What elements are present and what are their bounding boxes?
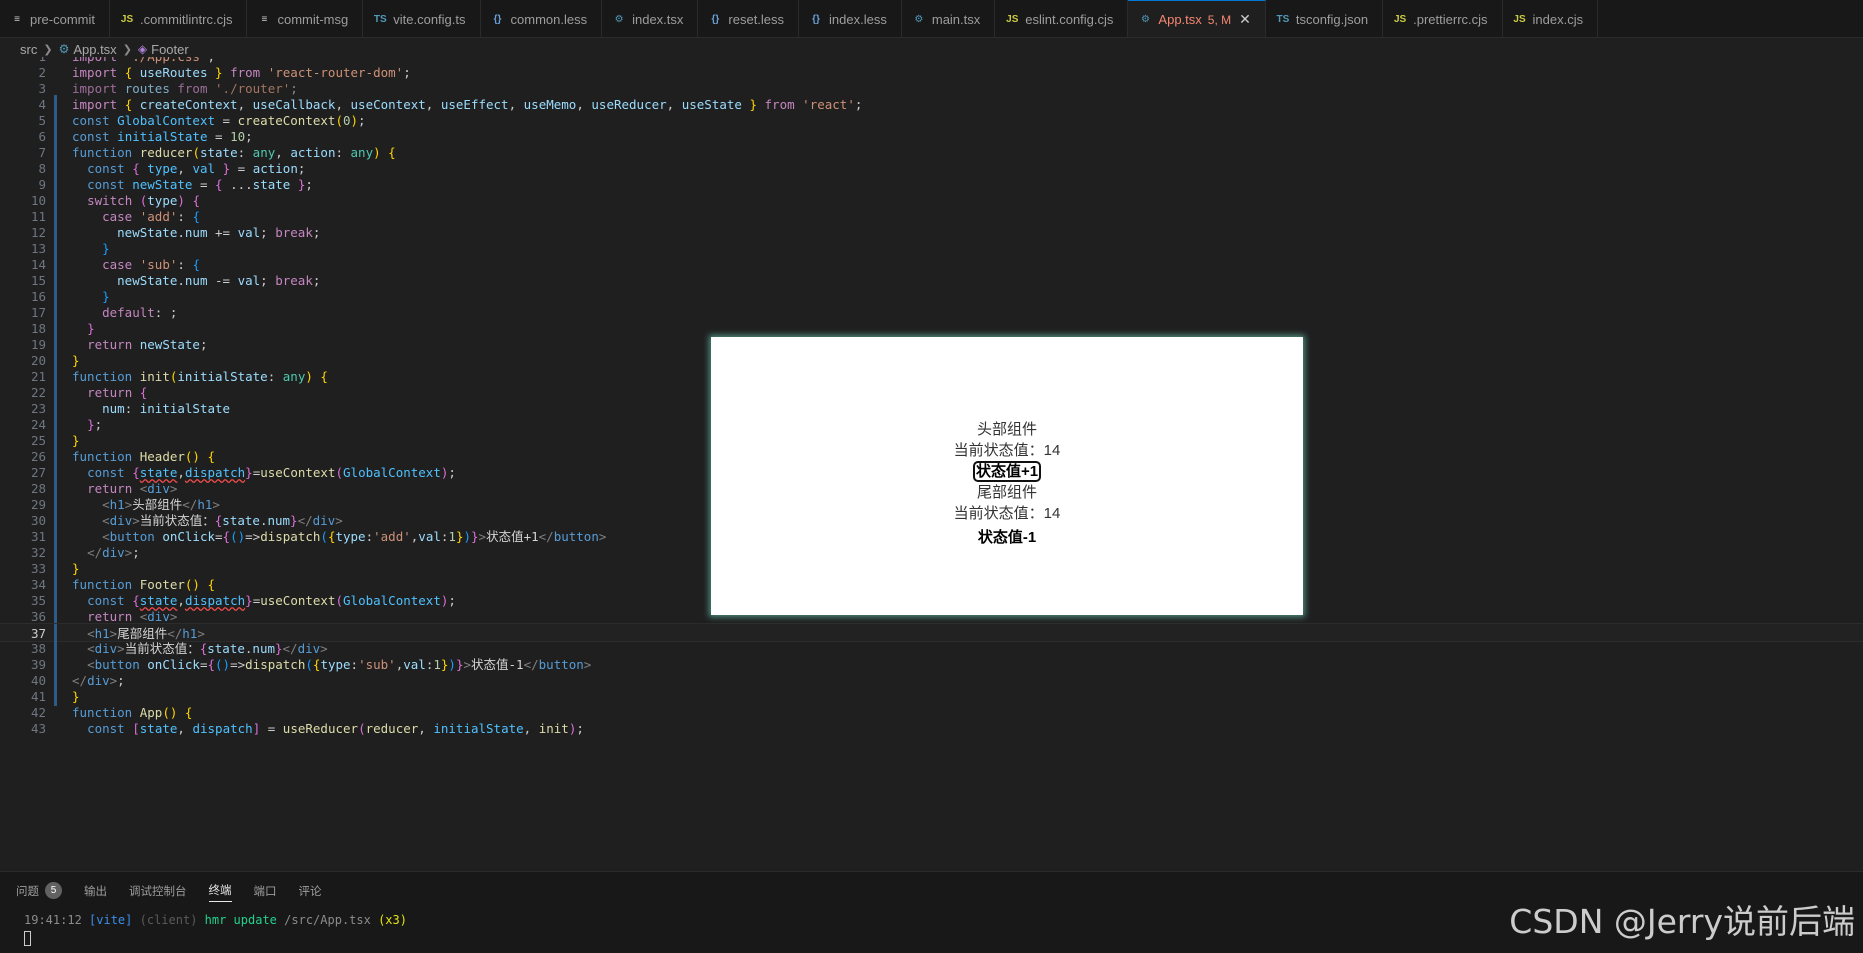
tab-label: index.cjs: [1532, 11, 1584, 27]
list-icon: ≡: [261, 13, 268, 25]
header-component-title: 头部组件: [976, 421, 1037, 438]
terminal-timestamp: 19:41:12: [24, 913, 82, 927]
header-state-text: 当前状态值：14: [953, 442, 1061, 459]
app-preview-window: 头部组件 当前状态值：14 状态值+1 尾部组件 当前状态值：14 状态值-1: [711, 337, 1303, 615]
js-file-icon: JS: [120, 13, 134, 25]
editor-tab[interactable]: JS eslint.config.cjs: [995, 0, 1129, 37]
ts-file-icon: TS: [373, 13, 387, 25]
braces-file-icon: {}: [493, 13, 502, 25]
line-number: 43: [30, 721, 46, 736]
editor-tab[interactable]: ⚙ main.tsx: [902, 0, 996, 37]
tab-output[interactable]: 输出: [84, 883, 107, 902]
tab-label: commit-msg: [277, 11, 349, 27]
terminal-vite-tag: [vite]: [89, 913, 133, 927]
editor-tab[interactable]: ≡ pre-commit: [0, 0, 111, 37]
editor-tab[interactable]: {} reset.less: [698, 0, 800, 37]
tab-label: pre-commit: [30, 11, 96, 27]
breadcrumb-file[interactable]: App.tsx: [73, 42, 116, 57]
editor-tab[interactable]: JS .commitlintrc.cjs: [110, 0, 248, 37]
js-file-icon: JS: [1513, 13, 1526, 25]
tab-label: 端口: [253, 885, 277, 898]
editor-tab[interactable]: {} common.less: [481, 0, 603, 37]
tab-label: 问题: [16, 885, 39, 898]
tab-ports[interactable]: 端口: [254, 883, 277, 902]
footer-state-text: 当前状态值：14: [953, 505, 1061, 522]
breadcrumb-folder[interactable]: src: [20, 42, 37, 57]
tab-label: main.tsx: [931, 11, 981, 27]
editor-tab[interactable]: JS .prettierrc.cjs: [1383, 0, 1503, 37]
footer-component-title: 尾部组件: [976, 484, 1037, 501]
tab-label: eslint.config.cjs: [1025, 11, 1114, 27]
terminal-path: /src/App.tsx: [284, 913, 371, 927]
editor-tab-bar: ≡ pre-commit JS .commitlintrc.cjs ≡ commit-ms…: [0, 0, 1863, 38]
terminal-hmr-text: hmr update: [204, 913, 277, 927]
terminal-cursor: [24, 931, 31, 946]
tab-problems[interactable]: 问题 5: [16, 882, 62, 902]
chevron-right-icon: ❯: [122, 43, 132, 56]
editor-tab[interactable]: JS index.cjs: [1503, 0, 1599, 37]
tab-label: vite.config.ts: [393, 11, 466, 27]
editor-tab[interactable]: ⚙ App.tsx 5, M ✕: [1128, 0, 1266, 37]
tab-label: .commitlintrc.cjs: [140, 11, 233, 27]
tab-label: index.less: [829, 11, 887, 27]
editor-tab[interactable]: ⚙ index.tsx: [602, 0, 699, 37]
increment-button[interactable]: 状态值+1: [972, 461, 1042, 482]
tab-label: 输出: [84, 885, 107, 898]
list-icon: ≡: [14, 13, 20, 25]
tab-label: tsconfig.json: [1295, 11, 1369, 27]
editor-tab[interactable]: ≡ commit-msg: [247, 0, 364, 37]
react-file-icon: ⚙: [1140, 14, 1150, 25]
terminal-client-tag: (client): [139, 913, 198, 927]
ts-file-icon: TS: [1276, 13, 1290, 25]
symbol-function-icon: ◈: [137, 42, 148, 56]
decrement-button[interactable]: 状态值-1: [977, 528, 1037, 547]
tab-label: 终端: [208, 885, 232, 897]
editor-tab[interactable]: {} index.less: [799, 0, 902, 37]
react-file-icon: ⚙: [914, 13, 924, 25]
terminal-count: (x3): [378, 913, 407, 927]
tab-label: 调试控制台: [129, 885, 187, 898]
editor-tab[interactable]: TS tsconfig.json: [1266, 0, 1384, 37]
tab-label: reset.less: [728, 11, 785, 27]
js-file-icon: JS: [1394, 13, 1407, 25]
close-icon[interactable]: ✕: [1239, 11, 1251, 28]
react-file-icon: ⚙: [614, 13, 624, 25]
tab-status: 5, M: [1207, 12, 1232, 27]
braces-file-icon: {}: [711, 13, 720, 25]
chevron-right-icon: ❯: [43, 43, 53, 56]
react-file-icon: ⚙: [58, 42, 70, 56]
code-line[interactable]: 43 const [state, dispatch] = useReducer(…: [0, 719, 1863, 738]
tab-comments[interactable]: 评论: [299, 883, 322, 902]
js-file-icon: JS: [1006, 13, 1019, 25]
breadcrumb-symbol[interactable]: Footer: [151, 42, 189, 57]
panel-tabs: 问题 5 输出 调试控制台 终端 端口 评论: [16, 882, 344, 902]
tab-label: index.tsx: [632, 11, 684, 27]
terminal-output[interactable]: 19:41:12 [vite] (client) hmr update /src…: [24, 913, 407, 927]
tab-label: 评论: [298, 885, 322, 898]
tab-label: App.tsx: [1158, 12, 1202, 27]
watermark: CSDN @Jerry说前后端: [1509, 902, 1855, 941]
tab-terminal[interactable]: 终端: [208, 882, 232, 902]
tab-label: common.less: [510, 11, 588, 27]
braces-file-icon: {}: [812, 13, 820, 25]
problems-count-badge: 5: [45, 882, 62, 899]
tab-label: .prettierrc.cjs: [1413, 11, 1488, 27]
editor-tab[interactable]: TS vite.config.ts: [363, 0, 481, 37]
tab-debug-console[interactable]: 调试控制台: [129, 883, 187, 902]
